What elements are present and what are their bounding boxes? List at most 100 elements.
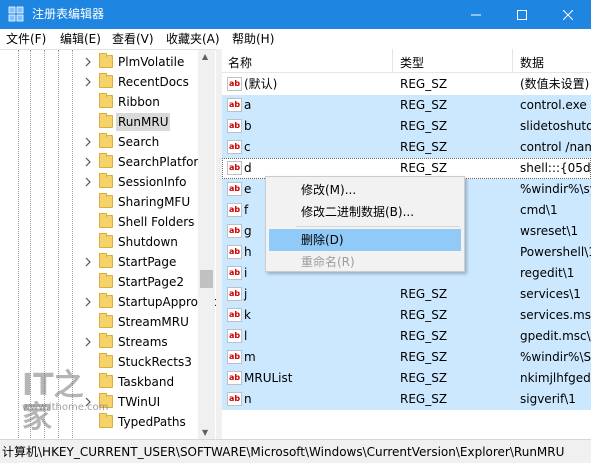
value-type: REG_SZ [400, 98, 448, 112]
string-value-icon: ab [227, 224, 242, 238]
value-data: control /nam [520, 140, 591, 154]
list-row[interactable]: ab l REG_SZ gpedit.msc\1 [222, 326, 591, 347]
chevron-right-icon[interactable] [82, 156, 94, 168]
folder-icon [99, 153, 113, 168]
value-name: k [244, 308, 251, 322]
tree-item-startupapproved[interactable]: StartupApproved [0, 292, 216, 312]
tree-item-plmvolatile[interactable]: PlmVolatile [0, 52, 198, 72]
list-row[interactable]: ab c REG_SZ control /nam [222, 137, 591, 158]
string-value-icon: ab [227, 182, 242, 196]
list-row[interactable]: ab (默认) REG_SZ (数值未设置) [222, 74, 591, 95]
string-value-icon: ab [227, 203, 242, 217]
menu-item-modify[interactable]: 修改(M)... [269, 179, 461, 201]
value-data: %windir%\Sy [520, 350, 591, 364]
menu-item-label: 修改(M)... [301, 183, 357, 197]
value-data: Powershell\1 [520, 245, 591, 259]
chevron-right-icon[interactable] [82, 176, 94, 188]
list-row[interactable]: ab k REG_SZ services.msc\ [222, 305, 591, 326]
tree-item-startpage[interactable]: StartPage [0, 252, 198, 272]
tree-item-ribbon[interactable]: Ribbon [0, 92, 198, 112]
menu-file[interactable]: 文件(F) [6, 31, 46, 47]
watermark: IT之家 www.ithome.com [22, 370, 112, 434]
menu-favorites[interactable]: 收藏夹(A) [166, 31, 220, 47]
tree-item-streams[interactable]: Streams [0, 332, 198, 352]
string-value-icon: ab [227, 77, 242, 91]
column-header-type[interactable]: 类型 [400, 54, 424, 71]
column-separator[interactable] [512, 49, 513, 73]
close-icon [563, 9, 573, 20]
tree-item-label: StartPage [118, 255, 177, 269]
tree-item-runmru[interactable]: RunMRU [0, 112, 198, 132]
status-bar: 计算机\HKEY_CURRENT_USER\SOFTWARE\Microsoft… [0, 439, 591, 463]
tree-item-search[interactable]: Search [0, 132, 198, 152]
menu-item-modify-binary[interactable]: 修改二进制数据(B)... [269, 201, 461, 223]
folder-icon [99, 93, 113, 108]
list-row[interactable]: ab m REG_SZ %windir%\Sy [222, 347, 591, 368]
list-row[interactable]: ab b REG_SZ slidetoshutdo [222, 116, 591, 137]
folder-icon [99, 213, 113, 228]
tree-item-label: Search [118, 135, 160, 149]
folder-icon [99, 193, 113, 208]
chevron-right-icon[interactable] [82, 296, 94, 308]
tree-item-searchplatform[interactable]: SearchPlatform [0, 152, 210, 172]
chevron-right-icon[interactable] [82, 56, 94, 68]
scroll-down-arrow-icon[interactable]: ▼ [202, 428, 208, 437]
tree-item-recentdocs[interactable]: RecentDocs [0, 72, 198, 92]
tree-item-label: TWinUI [118, 395, 161, 409]
tree-item-shell-folders[interactable]: Shell Folders [0, 212, 198, 232]
value-name: m [244, 350, 256, 364]
chevron-right-icon[interactable] [82, 256, 94, 268]
list-row[interactable]: ab j REG_SZ services\1 [222, 284, 591, 305]
value-name: (默认) [244, 77, 278, 91]
menu-item-rename[interactable]: 重命名(R) [269, 251, 461, 273]
value-name: l [244, 329, 248, 343]
value-data: sigverif\1 [520, 392, 576, 406]
tree-item-sessioninfo[interactable]: SessionInfo [0, 172, 198, 192]
menu-edit[interactable]: 编辑(E) [60, 31, 101, 47]
tree-item-sharingmfu[interactable]: SharingMFU [0, 192, 198, 212]
tree-item-startpage2[interactable]: StartPage2 [0, 272, 198, 292]
menu-item-label: 重命名(R) [301, 255, 355, 269]
value-name: h [244, 245, 252, 259]
value-name: i [244, 266, 248, 280]
value-data: services.msc\ [520, 308, 591, 322]
tree-item-label: SessionInfo [118, 175, 187, 189]
tree-item-shutdown[interactable]: Shutdown [0, 232, 198, 252]
tree-item-label: TypedPaths [118, 415, 186, 429]
string-value-icon: ab [227, 308, 242, 322]
tree-item-label: SearchPlatform [118, 155, 210, 169]
folder-icon [99, 333, 113, 348]
value-type: REG_SZ [400, 371, 448, 385]
tree-item-label: Taskband [118, 375, 175, 389]
value-name: f [244, 203, 249, 217]
value-type: REG_SZ [400, 161, 448, 175]
list-row[interactable]: ab a REG_SZ control.exe d [222, 95, 591, 116]
close-button[interactable] [545, 0, 591, 29]
value-data: wsreset\1 [520, 224, 579, 238]
menu-item-delete[interactable]: 删除(D) [269, 229, 461, 251]
menu-item-label: 删除(D) [301, 233, 344, 247]
value-type: REG_SZ [400, 350, 448, 364]
chevron-right-icon[interactable] [82, 336, 94, 348]
tree-vertical-scrollbar[interactable]: ▲ ▼ [198, 50, 215, 439]
maximize-button[interactable] [499, 0, 545, 29]
column-separator[interactable] [392, 49, 393, 73]
list-row[interactable]: ab n REG_SZ sigverif\1 [222, 389, 591, 410]
folder-icon [99, 73, 113, 88]
chevron-right-icon[interactable] [82, 76, 94, 88]
scrollbar-thumb[interactable] [200, 270, 213, 288]
value-data: %windir%\sy [520, 182, 591, 196]
regedit-app-icon [8, 6, 24, 22]
scroll-up-arrow-icon[interactable]: ▲ [202, 52, 208, 61]
column-header-name[interactable]: 名称 [228, 54, 252, 71]
value-data: (数值未设置) [520, 77, 590, 91]
menu-help[interactable]: 帮助(H) [232, 31, 274, 47]
chevron-right-icon[interactable] [82, 136, 94, 148]
tree-item-streammru[interactable]: StreamMRU [0, 312, 198, 332]
tree-item-label: StreamMRU [118, 315, 189, 329]
menu-view[interactable]: 查看(V) [112, 31, 154, 47]
minimize-button[interactable] [453, 0, 499, 29]
string-value-icon: ab [227, 161, 242, 175]
list-row[interactable]: ab MRUList REG_SZ nkimjlhfged [222, 368, 591, 389]
column-header-data[interactable]: 数据 [520, 54, 544, 71]
